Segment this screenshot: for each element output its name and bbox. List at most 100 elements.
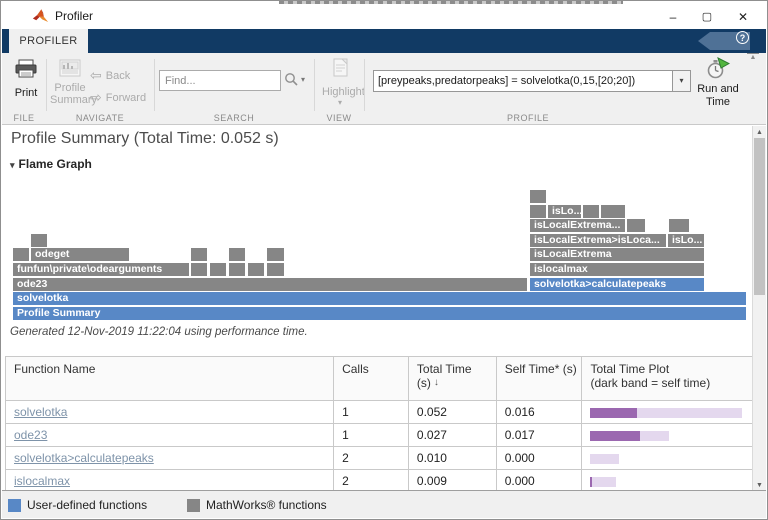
flame-box[interactable] (248, 263, 264, 276)
highlight-caret-icon: ▾ (322, 100, 358, 106)
legend-item: User-defined functions (8, 498, 147, 512)
scrollbar-thumb[interactable] (754, 138, 765, 295)
flame-box[interactable]: solvelotka (13, 292, 746, 305)
close-button[interactable]: ✕ (726, 6, 760, 28)
back-label: Back (106, 70, 130, 82)
table-body: solvelotka10.0520.016ode2310.0270.017sol… (6, 401, 754, 492)
section-divider (154, 59, 155, 111)
flame-box[interactable]: ode23 (13, 278, 527, 291)
print-label: Print (15, 87, 38, 99)
flame-box[interactable]: Profile Summary (13, 307, 746, 320)
section-label-profile: PROFILE (364, 113, 692, 123)
column-header-total-time[interactable]: Total Time (s)↓ (409, 357, 497, 400)
legend-label: User-defined functions (27, 498, 147, 512)
flame-box[interactable] (267, 248, 284, 261)
flame-box[interactable] (191, 248, 207, 261)
flame-box[interactable] (13, 248, 29, 261)
column-header-total-time-plot[interactable]: Total Time Plot (dark band = self time) (582, 357, 754, 400)
total-time-bar (590, 408, 742, 418)
total-time-plot-cell (582, 470, 754, 492)
help-icon[interactable]: ? (736, 31, 749, 44)
flame-box[interactable] (191, 263, 207, 276)
profiler-window: Profiler – ▢ ✕ PROFILER ? Print (0, 0, 768, 520)
combo-dropdown-caret-icon[interactable]: ▾ (672, 71, 690, 91)
flame-box[interactable] (627, 219, 645, 232)
flame-box[interactable] (229, 263, 245, 276)
ribbon-tab-bar: PROFILER ? (2, 29, 766, 53)
back-arrow-icon: ⇦ (90, 67, 102, 84)
back-button[interactable]: ⇦ Back (90, 67, 130, 84)
scroll-up-icon[interactable]: ▲ (753, 129, 766, 136)
main-content: Profile Summary (Total Time: 0.052 s) ▾F… (2, 126, 754, 492)
legend-label: MathWorks® functions (206, 498, 327, 512)
total-time-bar (590, 431, 669, 441)
minimize-toolstrip-icon[interactable]: ▲ (747, 53, 759, 62)
forward-button[interactable]: ⇨ Forward (90, 89, 146, 106)
run-and-time-label2: Time (692, 96, 744, 109)
generated-note: Generated 12-Nov-2019 11:22:04 using per… (10, 326, 308, 338)
profile-command-combo: ▾ (373, 70, 691, 92)
flame-box[interactable] (530, 190, 546, 203)
flame-box[interactable]: solvelotka>calculatepeaks (530, 278, 704, 291)
section-label-search: SEARCH (154, 113, 314, 123)
scroll-down-icon[interactable]: ▼ (753, 482, 766, 489)
flame-box[interactable] (267, 263, 284, 276)
total-time-plot-cell (582, 447, 754, 469)
column-header-calls[interactable]: Calls (334, 357, 409, 400)
table-row: solvelotka>calculatepeaks20.0100.000 (6, 447, 754, 470)
search-input[interactable] (159, 70, 281, 91)
table-cell: 0.027 (409, 424, 497, 446)
minimize-button[interactable]: – (656, 6, 690, 28)
column-header-self-time[interactable]: Self Time* (s) (497, 357, 583, 400)
flame-box[interactable] (210, 263, 226, 276)
self-time-band (590, 431, 640, 441)
flame-box[interactable] (601, 205, 625, 218)
function-link[interactable]: ode23 (14, 428, 47, 442)
table-cell: 0.009 (409, 470, 497, 492)
flame-box[interactable]: funfun\private\odearguments (13, 263, 189, 276)
print-button[interactable]: Print (8, 59, 44, 101)
run-and-time-label: Run and (692, 83, 744, 96)
flame-box[interactable]: isLocalExtrema>isLoca... (530, 234, 666, 247)
tab-profiler[interactable]: PROFILER (9, 29, 88, 53)
flame-box[interactable] (669, 219, 689, 232)
flame-box[interactable] (583, 205, 599, 218)
search-options-caret-icon[interactable]: ▾ (301, 75, 305, 84)
section-divider (364, 59, 365, 111)
table-cell: 2 (334, 447, 409, 469)
profile-command-input[interactable] (374, 71, 673, 91)
table-cell: 0.000 (497, 470, 583, 492)
flame-box[interactable]: isLo... (548, 205, 581, 218)
flame-box[interactable] (31, 234, 47, 247)
function-link[interactable]: islocalmax (14, 474, 70, 488)
highlight-icon (332, 58, 349, 79)
profile-summary-label: Profile (54, 82, 85, 94)
flame-box[interactable] (229, 248, 245, 261)
sort-descending-icon: ↓ (434, 377, 439, 388)
search-icon[interactable] (284, 72, 298, 86)
flame-box[interactable]: odeget (31, 248, 129, 261)
vertical-scrollbar[interactable]: ▲ ▼ (752, 126, 766, 492)
column-header-function-name[interactable]: Function Name (6, 357, 334, 400)
flame-box[interactable]: isLocalExtrema (530, 248, 704, 261)
table-cell: 1 (334, 424, 409, 446)
highlight-label: Highlight (322, 86, 365, 98)
flame-box[interactable]: islocalmax (530, 263, 704, 276)
run-and-time-button[interactable]: Run and Time (692, 57, 744, 109)
flame-box[interactable] (530, 205, 546, 218)
total-time-plot-cell (582, 424, 754, 446)
total-time-bar (590, 477, 616, 487)
maximize-button[interactable]: ▢ (690, 6, 724, 28)
legend-swatch (187, 499, 200, 512)
flame-box[interactable]: isLo... (668, 234, 704, 247)
function-link[interactable]: solvelotka (14, 405, 67, 419)
table-cell: 1 (334, 401, 409, 423)
flame-graph: isLo...isLocalExtrema...isLocalExtrema>i… (2, 126, 754, 326)
flame-box[interactable]: isLocalExtrema... (530, 219, 625, 232)
stopwatch-icon (706, 57, 730, 81)
function-link[interactable]: solvelotka>calculatepeaks (14, 451, 154, 465)
forward-arrow-icon: ⇨ (90, 89, 102, 106)
profile-summary-button[interactable]: Profile Summary (50, 59, 90, 106)
title-bar: Profiler – ▢ ✕ (2, 4, 766, 29)
highlight-button[interactable]: Highlight ▾ (322, 58, 358, 106)
